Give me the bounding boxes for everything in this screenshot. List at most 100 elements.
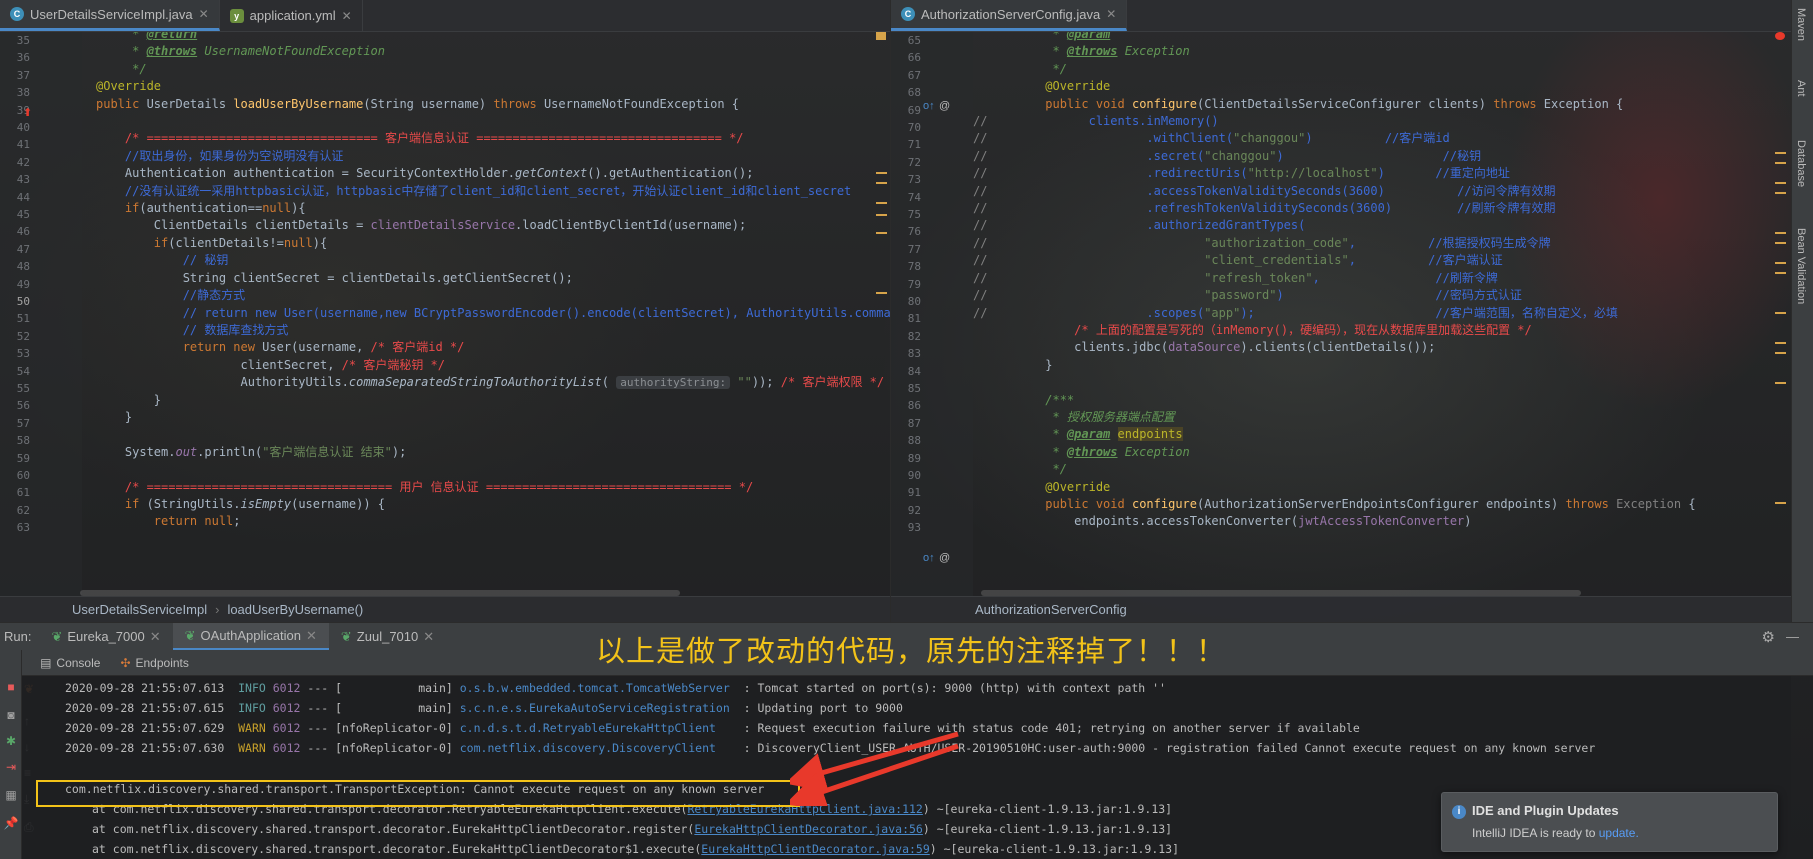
log-line: 2020-09-28 21:55:07.613 INFO 6012 --- [ … <box>65 681 1166 695</box>
debug-icon[interactable]: ✱ <box>3 734 19 750</box>
left-error-stripe[interactable] <box>876 32 888 592</box>
line-number: 58 <box>16 434 30 448</box>
close-icon[interactable]: ✕ <box>306 628 317 644</box>
stack-line: at com.netflix.discovery.shared.transpor… <box>92 842 1179 856</box>
tab-endpoints[interactable]: ✣ Endpoints <box>114 656 194 670</box>
exit-icon[interactable]: ⇥ <box>3 760 19 776</box>
layout-icon[interactable]: ▦ <box>3 788 19 804</box>
line-number: 92 <box>907 503 921 517</box>
log-logger: com.netflix.discovery.DiscoveryClient <box>459 741 716 755</box>
log-level: WARN <box>238 721 266 735</box>
line-number: 67 <box>907 68 921 82</box>
run-tab-label: Zuul_7010 <box>356 629 419 644</box>
run-tab-oauth[interactable]: ❦ OAuthApplication ✕ <box>172 623 329 650</box>
stop-icon[interactable]: ■ <box>3 680 19 696</box>
breadcrumb-item[interactable]: UserDetailsServiceImpl <box>72 602 207 617</box>
tab-label: application.yml <box>249 8 336 23</box>
endpoints-icon: ✣ <box>120 655 131 670</box>
stack-source-link[interactable]: EurekaHttpClientDecorator.java:59 <box>701 842 929 856</box>
tool-window-maven[interactable]: Maven <box>1795 8 1807 41</box>
log-timestamp: 2020-09-28 21:55:07.615 <box>65 701 225 715</box>
tab-label: AuthorizationServerConfig.java <box>921 6 1101 22</box>
log-separator: --- <box>307 681 329 695</box>
line-number: 40 <box>16 121 30 134</box>
stack-prefix: at com.netflix.discovery.shared.transpor… <box>92 842 702 856</box>
arrow-annotation <box>790 731 959 806</box>
update-notification[interactable]: i IDE and Plugin Updates IntelliJ IDEA i… <box>1441 792 1778 852</box>
tab-console[interactable]: ▤ Console <box>34 656 106 670</box>
run-tab-zuul[interactable]: ❦ Zuul_7010 ✕ <box>329 623 446 650</box>
stack-suffix: ) ~[eureka-client-1.9.13.jar:1.9.13] <box>922 822 1173 836</box>
gear-icon[interactable]: ⚙ <box>1762 628 1775 646</box>
run-tab-eureka[interactable]: ❦ Eureka_7000 ✕ <box>39 623 172 650</box>
line-number: 47 <box>16 242 30 256</box>
tool-window-bean-validation[interactable]: Bean Validation <box>1795 228 1807 304</box>
info-icon: i <box>1452 805 1466 819</box>
line-number: 42 <box>16 155 30 169</box>
breadcrumb-item[interactable]: loadUserByUsername() <box>227 602 363 617</box>
log-timestamp: 2020-09-28 21:55:07.613 <box>65 681 225 695</box>
tab-application-yml[interactable]: y application.yml ✕ <box>220 0 363 31</box>
line-number: 74 <box>907 190 921 204</box>
log-level: WARN <box>238 741 266 755</box>
line-number: 46 <box>16 225 30 239</box>
log-message: : Updating port to 9000 <box>743 701 903 715</box>
line-number: 84 <box>907 364 921 378</box>
log-pid: 6012 <box>272 721 301 735</box>
update-link[interactable]: update. <box>1599 826 1639 840</box>
close-icon[interactable]: ✕ <box>199 7 209 21</box>
left-editor-pane[interactable]: 35 36 37 38 39 40 41 42 43 44 45 46 47 48 49 50 51 52 53 54… <box>0 32 890 596</box>
close-icon[interactable]: ✕ <box>150 629 161 645</box>
right-error-stripe[interactable] <box>1775 32 1787 592</box>
minimize-icon[interactable]: — <box>1786 629 1799 644</box>
log-pid: 6012 <box>272 701 301 715</box>
camera-icon[interactable]: ◙ <box>3 708 19 724</box>
line-number: 77 <box>907 242 921 256</box>
line-number: 49 <box>16 277 30 291</box>
implements-marker-icon[interactable]: ⬆ <box>23 106 32 119</box>
line-number: 51 <box>16 312 30 326</box>
spring-leaf-icon: ❦ <box>184 627 196 643</box>
tab-userdetailsserviceimpl[interactable]: C UserDetailsServiceImpl.java ✕ <box>0 0 220 31</box>
pin-icon[interactable]: 📌 <box>3 816 19 832</box>
close-icon[interactable]: ✕ <box>423 629 434 645</box>
error-icon[interactable] <box>1775 32 1785 40</box>
stack-prefix: at com.netflix.discovery.shared.transpor… <box>92 822 695 836</box>
stack-line: at com.netflix.discovery.shared.transpor… <box>92 822 1172 836</box>
warning-icon[interactable] <box>876 32 886 40</box>
right-editor-pane[interactable]: 65 66 67 68 69 70 71 72 73 74 75 76 77 78 79 80 81 82 83 84… <box>891 32 1791 596</box>
line-number: 62 <box>16 503 30 517</box>
line-number: 93 <box>907 521 921 535</box>
breadcrumb-item[interactable]: AuthorizationServerConfig <box>975 602 1127 617</box>
override-marker-icon[interactable]: o↑ <box>923 552 935 564</box>
log-thread: [ main] <box>335 701 453 715</box>
line-number: 65 <box>907 34 921 47</box>
stack-source-link[interactable]: EurekaHttpClientDecorator.java:56 <box>694 822 922 836</box>
left-code[interactable]: * @return * @throws UsernameNotFoundExce… <box>96 32 890 531</box>
tab-label: UserDetailsServiceImpl.java <box>30 6 193 22</box>
close-icon[interactable]: ✕ <box>342 9 352 23</box>
notification-text: IntelliJ IDEA is ready to <box>1472 826 1596 840</box>
tab-authorizationserverconfig[interactable]: C AuthorizationServerConfig.java ✕ <box>891 0 1128 31</box>
log-thread: [nfoReplicator-0] <box>335 721 453 735</box>
tab-label: Console <box>56 655 101 670</box>
line-number: 87 <box>907 416 921 430</box>
tool-window-ant[interactable]: Ant <box>1795 80 1807 97</box>
line-number: 54 <box>16 364 30 378</box>
log-timestamp: 2020-09-28 21:55:07.629 <box>65 721 225 735</box>
line-number: 66 <box>907 51 921 65</box>
highlight-box <box>36 780 800 807</box>
close-icon[interactable]: ✕ <box>1106 7 1116 21</box>
line-number: 56 <box>16 399 30 413</box>
line-number: 37 <box>16 68 30 82</box>
tool-window-database[interactable]: Database <box>1795 140 1807 187</box>
line-number: 35 <box>16 34 30 47</box>
line-number: 45 <box>16 208 30 221</box>
line-number: 50 <box>16 295 30 308</box>
line-number: 71 <box>907 138 921 152</box>
right-code[interactable]: * @param * @throws Exception */ @Overrid… <box>973 32 1696 531</box>
chevron-right-icon: › <box>215 602 220 617</box>
override-marker-icon[interactable]: o↑ <box>923 100 935 112</box>
run-tab-label: OAuthApplication <box>200 628 301 643</box>
right-breadcrumb: AuthorizationServerConfig <box>891 596 1791 622</box>
